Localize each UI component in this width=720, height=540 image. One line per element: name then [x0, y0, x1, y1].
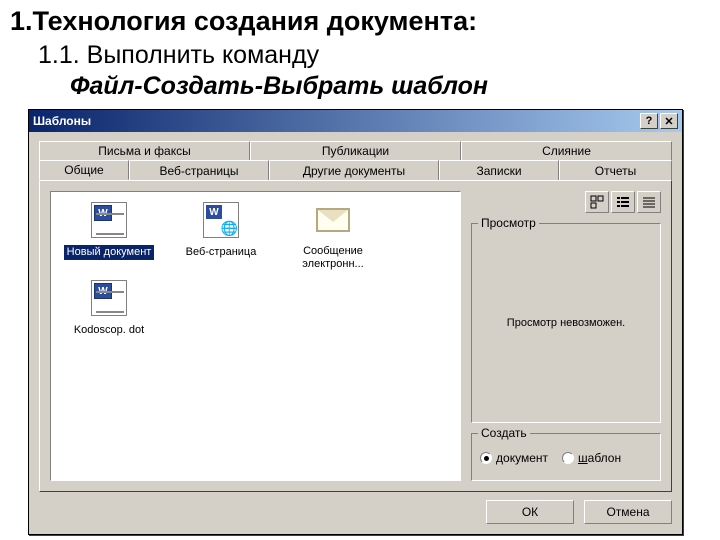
view-mode-buttons: [471, 191, 661, 213]
tab-notes[interactable]: Записки: [439, 160, 559, 180]
radio-document[interactable]: документ: [480, 451, 548, 465]
tab-web-pages[interactable]: Веб-страницы: [129, 160, 269, 180]
list-icon: [616, 195, 630, 209]
help-button[interactable]: ?: [640, 113, 658, 129]
ok-button[interactable]: ОК: [486, 500, 574, 524]
item-label: Kodoscop. dot: [71, 323, 147, 338]
cancel-button[interactable]: Отмена: [584, 500, 672, 524]
large-icons-icon: [590, 195, 604, 209]
tab-panel-general: Новый документ Веб-страница Сообщение эл…: [39, 180, 672, 492]
item-email-message[interactable]: Сообщение электронн...: [283, 200, 383, 272]
tab-general[interactable]: Общие: [39, 160, 129, 180]
templates-dialog: Шаблоны ? ✕ Письма и факсы Публикации Сл…: [28, 109, 683, 535]
view-details-button[interactable]: [637, 191, 661, 213]
preview-group: Просмотр Просмотр невозможен.: [471, 223, 661, 423]
mail-icon: [316, 208, 350, 232]
item-label: Сообщение электронн...: [283, 244, 383, 272]
close-button[interactable]: ✕: [660, 113, 678, 129]
radio-dot-icon: [562, 452, 574, 464]
dialog-title: Шаблоны: [33, 114, 638, 128]
word-doc-icon: [91, 202, 127, 238]
dialog-titlebar: Шаблоны ? ✕: [29, 110, 682, 132]
item-kodoscop[interactable]: Kodoscop. dot: [59, 278, 159, 338]
create-group-title: Создать: [478, 426, 530, 440]
tab-reports[interactable]: Отчеты: [559, 160, 672, 180]
slide-heading-1: 1.Технология создания документа:: [10, 6, 710, 37]
tab-letters-faxes[interactable]: Письма и факсы: [39, 141, 250, 160]
slide-heading-3: Файл-Создать-Выбрать шаблон: [70, 72, 710, 101]
tab-other-docs[interactable]: Другие документы: [269, 160, 439, 180]
item-web-page[interactable]: Веб-страница: [171, 200, 271, 272]
view-list-button[interactable]: [611, 191, 635, 213]
preview-group-title: Просмотр: [478, 216, 539, 230]
dialog-button-row: ОК Отмена: [39, 500, 672, 524]
radio-document-label: документ: [496, 451, 548, 465]
tab-publications[interactable]: Публикации: [250, 141, 461, 160]
item-new-document[interactable]: Новый документ: [59, 200, 159, 272]
details-icon: [642, 195, 656, 209]
item-label: Новый документ: [64, 245, 155, 260]
radio-template[interactable]: шаблон: [562, 451, 621, 465]
web-page-icon: [203, 202, 239, 238]
view-large-icons-button[interactable]: [585, 191, 609, 213]
item-label: Веб-страница: [183, 245, 260, 260]
radio-template-label: шаблон: [578, 451, 621, 465]
word-template-icon: [91, 280, 127, 316]
create-group: Создать документ шаблон: [471, 433, 661, 481]
slide-heading-2: 1.1. Выполнить команду: [38, 41, 710, 70]
radio-dot-icon: [480, 452, 492, 464]
preview-text: Просмотр невозможен.: [507, 317, 625, 329]
tab-merge[interactable]: Слияние: [461, 141, 672, 160]
template-list[interactable]: Новый документ Веб-страница Сообщение эл…: [50, 191, 461, 481]
